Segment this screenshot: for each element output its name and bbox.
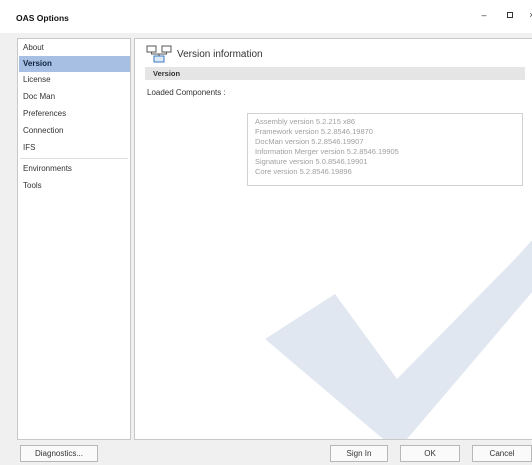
sidebar-item-preferences[interactable]: Preferences [19, 106, 130, 122]
close-button[interactable]: × [525, 8, 532, 22]
section-label: Version [153, 69, 181, 78]
version-panel: Version information Version Loaded Compo… [134, 38, 532, 440]
list-item: DocMan version 5.2.8546.19907 [255, 137, 364, 146]
sidebar-item-environments[interactable]: Environments [19, 161, 130, 177]
diagnostics-button[interactable]: Diagnostics... [20, 445, 98, 462]
sidebar-item-license[interactable]: License [19, 72, 130, 88]
list-item: Information Merger version 5.2.8546.1990… [255, 147, 399, 156]
watermark-checkmark-icon [265, 240, 532, 439]
page-title: Version information [177, 49, 263, 60]
loaded-components-label: Loaded Components : [147, 88, 226, 97]
sidebar-item-version[interactable]: Version [19, 56, 130, 72]
sidebar-item-about[interactable]: About [19, 40, 130, 56]
sidebar-item-doc-man[interactable]: Doc Man [19, 89, 130, 105]
title-bar: OAS Options – × [0, 0, 532, 33]
window-title: OAS Options [16, 13, 69, 23]
list-item: Signature version 5.0.8546.19901 [255, 157, 368, 166]
sidebar-item-ifs[interactable]: IFS [19, 140, 130, 156]
options-sidebar: About Version License Doc Man Preference… [17, 38, 131, 440]
ok-button[interactable]: OK [400, 445, 460, 462]
list-item: Core version 5.2.8546.19896 [255, 167, 352, 176]
version-section-header: Version [145, 67, 525, 80]
sidebar-item-connection[interactable]: Connection [19, 123, 130, 139]
network-icon [146, 45, 172, 63]
loaded-components-list: Assembly version 5.2.215 x86 Framework v… [247, 113, 523, 186]
list-item: Framework version 5.2.8546.19870 [255, 127, 373, 136]
cancel-button[interactable]: Cancel [472, 445, 532, 462]
sign-in-button[interactable]: Sign In [330, 445, 388, 462]
maximize-button[interactable] [503, 8, 517, 22]
sidebar-item-tools[interactable]: Tools [19, 178, 130, 194]
maximize-icon [507, 12, 513, 18]
sidebar-divider [20, 158, 128, 159]
minimize-button[interactable]: – [477, 8, 491, 22]
list-item: Assembly version 5.2.215 x86 [255, 117, 356, 126]
